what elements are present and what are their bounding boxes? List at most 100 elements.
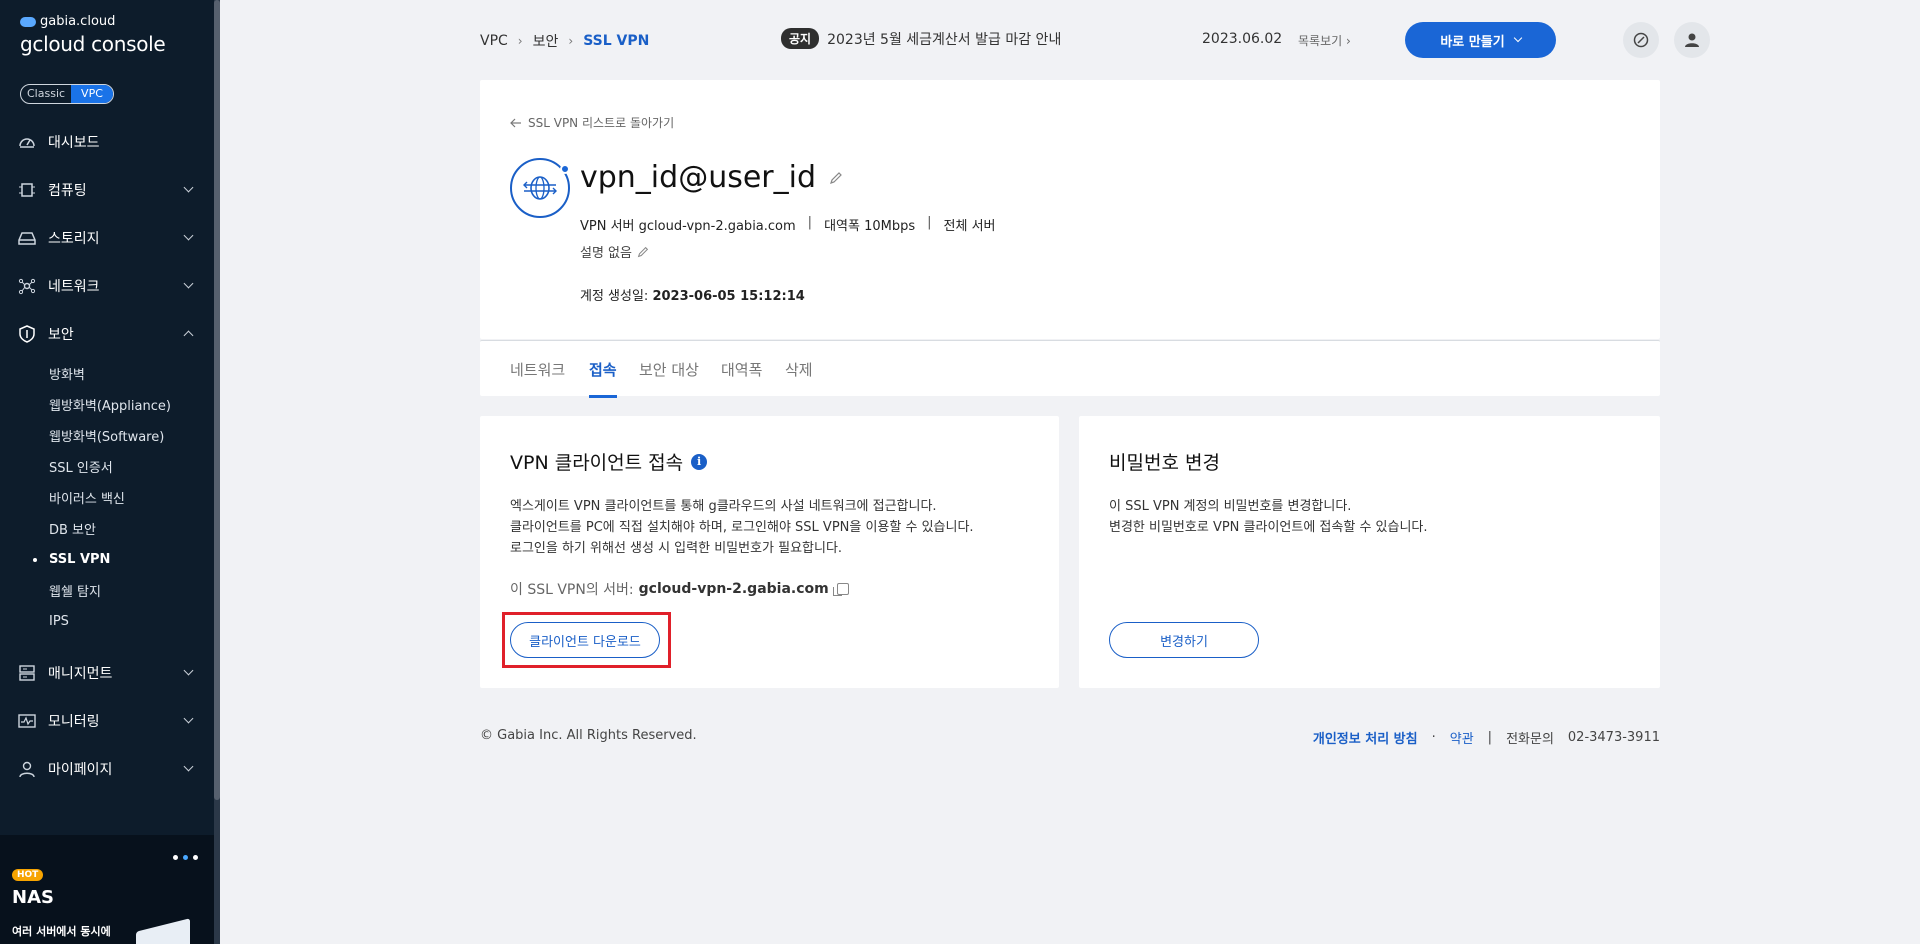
sidebar-item-label: 보안 <box>48 327 74 343</box>
notice-list-link[interactable]: 목록보기 › <box>1298 32 1351 49</box>
page-title: vpn_id@user_id <box>580 160 817 195</box>
sidebar-item-storage[interactable]: 스토리지 <box>0 214 214 262</box>
user-icon <box>18 760 36 778</box>
detail-tabs: 네트워크 접속 보안 대상 대역폭 삭제 <box>480 340 1660 398</box>
tab-bandwidth[interactable]: 대역폭 <box>721 359 762 380</box>
sidebar-item-network[interactable]: 네트워크 <box>0 262 214 310</box>
created-date: 계정 생성일: 2023-06-05 15:12:14 <box>580 285 805 304</box>
sidebar-item-monitoring[interactable]: 모니터링 <box>0 697 214 745</box>
sidebar-item-mypage[interactable]: 마이페이지 <box>0 745 214 793</box>
cloud-logo-icon <box>20 16 36 27</box>
server-icon <box>18 664 36 682</box>
chevron-down-icon <box>183 761 194 772</box>
sidebar-item-security[interactable]: 보안 <box>0 310 214 358</box>
privacy-policy-link[interactable]: 개인정보 처리 방침 <box>1313 728 1418 747</box>
vpn-client-description: 엑스게이트 VPN 클라이언트를 통해 g클라우드의 사설 네트워크에 접근합니… <box>510 496 974 559</box>
tab-security-target[interactable]: 보안 대상 <box>639 359 699 380</box>
pager-dot[interactable] <box>173 855 178 860</box>
submenu-item-waf-software[interactable]: 웹방화벽(Software) <box>0 420 214 451</box>
server-value: gcloud-vpn-2.gabia.com <box>638 581 829 597</box>
list-link-label: 목록보기 <box>1298 34 1343 48</box>
description-line: 로그인을 하기 위해선 생성 시 입력한 비밀번호가 필요합니다. <box>510 541 843 556</box>
tab-network[interactable]: 네트워크 <box>510 359 565 380</box>
server-label: 이 SSL VPN의 서버: <box>510 582 634 598</box>
profile-button[interactable] <box>1674 22 1710 58</box>
description-text: 설명 없음 <box>580 246 632 261</box>
dashboard-icon <box>18 133 36 151</box>
breadcrumb-item[interactable]: 보안 <box>533 31 559 51</box>
user-icon <box>1685 33 1699 47</box>
edit-pencil-icon[interactable] <box>828 170 844 186</box>
vpn-client-card: VPN 클라이언트 접속 i 엑스게이트 VPN 클라이언트를 통해 g클라우드… <box>480 416 1059 688</box>
breadcrumb: VPC › 보안 › SSL VPN <box>480 31 649 51</box>
sidebar-item-label: 모니터링 <box>48 714 100 730</box>
chevron-down-icon <box>183 665 194 676</box>
brand: gabia.cloud <box>20 14 165 29</box>
submenu-item-waf-appliance[interactable]: 웹방화벽(Appliance) <box>0 389 214 420</box>
client-download-button[interactable]: 클라이언트 다운로드 <box>510 622 660 658</box>
vpn-account-name: vpn_id@user_id <box>580 160 844 195</box>
tab-delete[interactable]: 삭제 <box>785 359 813 380</box>
storage-icon <box>18 229 36 247</box>
sidebar-item-dashboard[interactable]: 대시보드 <box>0 118 214 166</box>
separator-bar: | <box>1487 730 1493 745</box>
sidebar-scrollbar[interactable] <box>214 0 220 944</box>
pager-dot[interactable] <box>183 855 188 860</box>
submenu-item-webshell[interactable]: 웹쉘 탐지 <box>0 575 214 606</box>
tab-connect[interactable]: 접속 <box>589 359 617 398</box>
vpn-bandwidth: 대역폭 10Mbps <box>824 219 916 234</box>
chevron-right-icon: › <box>1346 34 1351 48</box>
promo-banner[interactable]: HOT NAS 여러 서버에서 동시에 <box>0 835 214 944</box>
chat-button[interactable] <box>1623 22 1659 58</box>
quick-create-button[interactable]: 바로 만들기 <box>1405 22 1556 58</box>
divider: | <box>927 215 932 230</box>
notice-date: 2023.06.02 <box>1202 31 1283 47</box>
chip-icon <box>18 181 36 199</box>
back-to-list-link[interactable]: SSL VPN 리스트로 돌아가기 <box>510 114 674 131</box>
description-line: 클라이언트를 PC에 직접 설치해야 하며, 로그인해야 SSL VPN을 이용… <box>510 520 974 535</box>
sidebar-item-label: 컴퓨팅 <box>48 183 87 199</box>
pager-dot[interactable] <box>193 855 198 860</box>
sidebar-item-computing[interactable]: 컴퓨팅 <box>0 166 214 214</box>
info-icon[interactable]: i <box>691 453 708 470</box>
submenu-item-ssl-cert[interactable]: SSL 인증서 <box>0 451 214 482</box>
sidebar-nav: 대시보드 컴퓨팅 스토리지 네트워크 보안 방화벽 웹방화벽(Appliance… <box>0 118 214 793</box>
submenu-item-ssl-vpn[interactable]: SSL VPN <box>0 544 214 575</box>
footer-links: 개인정보 처리 방침 · 약관 | 전화문의 02-3473-3911 <box>1313 728 1660 747</box>
description-line: 변경한 비밀번호로 VPN 클라이언트에 접속할 수 있습니다. <box>1109 520 1428 535</box>
submenu-item-antivirus[interactable]: 바이러스 백신 <box>0 482 214 513</box>
status-dot <box>560 164 570 174</box>
notice-text[interactable]: 2023년 5월 세금계산서 발급 마감 안내 <box>827 29 1061 49</box>
phone-label: 전화문의 <box>1506 732 1554 747</box>
terms-link[interactable]: 약관 <box>1450 728 1474 747</box>
notice[interactable]: 공지 2023년 5월 세금계산서 발급 마감 안내 <box>781 28 1061 49</box>
scrollbar-thumb[interactable] <box>214 0 220 800</box>
chevron-down-icon <box>183 278 194 289</box>
vpn-server-address: 이 SSL VPN의 서버: gcloud-vpn-2.gabia.com <box>510 579 849 599</box>
vpn-client-title: VPN 클라이언트 접속 i <box>510 448 708 475</box>
mode-toggle[interactable]: Classic VPC <box>20 84 114 104</box>
hot-badge: HOT <box>12 869 44 881</box>
divider: | <box>807 215 813 230</box>
topbar: VPC › 보안 › SSL VPN 공지 2023년 5월 세금계산서 발급 … <box>480 22 1710 58</box>
vpn-globe-icon <box>510 158 570 218</box>
submenu-item-ips[interactable]: IPS <box>0 606 214 637</box>
logo[interactable]: gabia.cloud gcloud console <box>20 14 166 56</box>
edit-pencil-icon[interactable] <box>636 245 650 259</box>
change-password-button[interactable]: 변경하기 <box>1109 622 1259 658</box>
breadcrumb-item[interactable]: VPC <box>480 33 508 49</box>
console-title: gcloud console <box>20 32 166 56</box>
mode-vpc[interactable]: VPC <box>71 85 113 103</box>
submenu-item-db-security[interactable]: DB 보안 <box>0 513 214 544</box>
chevron-up-icon <box>183 330 194 341</box>
chevron-down-icon <box>183 713 194 724</box>
banner-pager[interactable] <box>173 855 198 860</box>
sidebar-item-management[interactable]: 매니지먼트 <box>0 649 214 697</box>
sidebar-item-label: 매니지먼트 <box>48 666 113 682</box>
vpn-detail-card: SSL VPN 리스트로 돌아가기 vpn_id@user_id VPN 서버 … <box>480 80 1660 339</box>
submenu-item-firewall[interactable]: 방화벽 <box>0 358 214 389</box>
mode-classic[interactable]: Classic <box>21 85 71 103</box>
created-value: 2023-06-05 15:12:14 <box>652 289 805 304</box>
copy-icon[interactable] <box>832 583 849 596</box>
